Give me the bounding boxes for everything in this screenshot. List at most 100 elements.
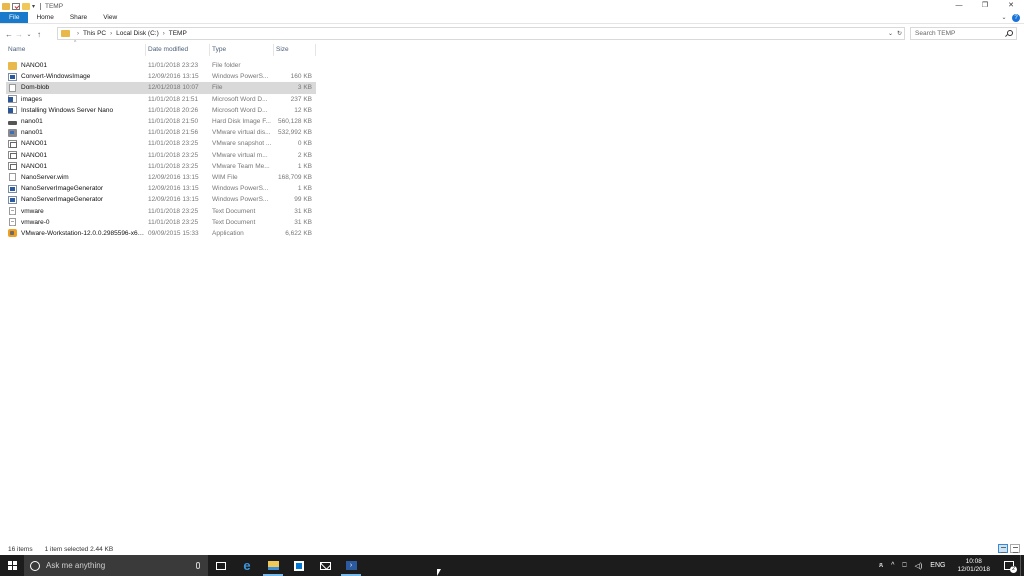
file-date-modified: 12/09/2016 13:15 <box>148 73 199 81</box>
file-name-cell[interactable]: nano01 <box>6 118 146 125</box>
file-name-cell[interactable]: NANO01 <box>6 61 146 70</box>
forward-button[interactable]: → <box>14 30 24 39</box>
file-name: NanoServerImageGenerator <box>21 185 104 193</box>
start-button[interactable] <box>0 555 24 576</box>
file-name-cell[interactable]: NanoServerImageGenerator <box>6 184 146 193</box>
edge-button[interactable]: e <box>234 555 260 576</box>
refresh-icon[interactable]: ↻ <box>895 30 904 37</box>
title-bar: ▾ TEMP — ❐ ✕ <box>0 0 1024 12</box>
file-date-modified: 12/09/2016 13:15 <box>148 196 199 204</box>
file-row[interactable]: Convert-WindowsImage 12/09/2016 13:15 Wind… <box>6 71 316 82</box>
column-header-type[interactable]: Type <box>210 44 274 56</box>
tab-file[interactable]: File <box>0 12 29 23</box>
breadcrumb-temp[interactable]: TEMP <box>169 30 187 37</box>
show-hidden-icons-icon[interactable]: ^ <box>891 562 894 569</box>
chevron-right-icon[interactable]: › <box>110 31 112 37</box>
recent-locations-icon[interactable]: ⌄ <box>24 31 34 38</box>
file-type: Microsoft Word D... <box>212 95 268 103</box>
breadcrumb-this-pc[interactable]: This PC <box>83 30 106 37</box>
file-name-cell[interactable]: vmware-0 <box>6 218 146 227</box>
breadcrumb-local-disk[interactable]: Local Disk (C:) <box>116 30 159 37</box>
file-name: vmware <box>21 207 44 215</box>
mail-button[interactable] <box>312 555 338 576</box>
search-icon[interactable] <box>1005 30 1013 37</box>
file-date-modified: 11/01/2018 21:51 <box>148 95 199 103</box>
network-icon[interactable]: ⎕ <box>902 562 906 570</box>
file-name-cell[interactable]: NANO01 <box>6 151 146 160</box>
powershell-button[interactable]: › <box>338 555 364 576</box>
file-size: 0 KB <box>297 140 312 148</box>
status-bar: 16 items 1 item selected 2.44 KB <box>0 543 1024 555</box>
file-name-cell[interactable]: nano01 <box>6 128 146 137</box>
file-row[interactable]: VMware-Workstation-12.0.0.2985596-x64...… <box>6 228 316 239</box>
file-row[interactable]: NANO01 11/01/2018 23:25 VMware Team Me... 1… <box>6 161 316 172</box>
column-header-date-modified[interactable]: Date modified <box>146 44 210 56</box>
navigation-bar: ← → ⌄ ↑ › This PC › Local Disk (C:) › TE… <box>0 27 1024 41</box>
tab-home[interactable]: Home <box>28 12 61 23</box>
volume-icon[interactable]: ◁) <box>915 562 923 570</box>
file-explorer-button[interactable] <box>260 555 286 576</box>
action-center-icon[interactable]: 2 <box>1004 561 1017 573</box>
customize-toolbar-dropdown-icon[interactable]: ▾ <box>32 3 38 10</box>
restore-button[interactable]: ❐ <box>972 0 998 12</box>
large-icons-view-icon[interactable] <box>1010 544 1020 553</box>
minimize-button[interactable]: — <box>946 0 972 12</box>
file-row[interactable]: NanoServerImageGenerator 12/09/2016 13:15… <box>6 183 316 194</box>
file-row[interactable]: NANO01 11/01/2018 23:25 VMware virtual m..… <box>6 150 316 161</box>
address-bar[interactable]: › This PC › Local Disk (C:) › TEMP ⌄ ↻ <box>57 27 905 40</box>
task-view-button[interactable] <box>208 555 234 576</box>
file-name-cell[interactable]: NANO01 <box>6 162 146 171</box>
application-icon <box>8 229 17 238</box>
file-name-cell[interactable]: NanoServer.wim <box>6 173 146 182</box>
expand-ribbon-icon[interactable]: ⌄ <box>1000 14 1008 22</box>
file-row[interactable]: Dom-blob 12/01/2018 10:07 File 3 KB <box>6 82 316 94</box>
back-button[interactable]: ← <box>4 30 14 39</box>
file-name-cell[interactable]: images <box>6 95 146 104</box>
file-row[interactable]: vmware 11/01/2018 23:25 Text Document 31 KB <box>6 205 316 216</box>
people-icon[interactable]: ጸ <box>879 562 883 570</box>
file-row[interactable]: NANO01 11/01/2018 23:23 File folder <box>6 60 316 71</box>
file-name-cell[interactable]: VMware-Workstation-12.0.0.2985596-x64... <box>6 229 146 238</box>
chevron-right-icon[interactable]: › <box>77 31 79 37</box>
file-type: VMware virtual m... <box>212 151 268 159</box>
file-row[interactable]: nano01 11/01/2018 21:50 Hard Disk Image F.… <box>6 116 316 127</box>
new-folder-icon[interactable] <box>22 2 30 10</box>
file-name-cell[interactable]: Dom-blob <box>6 83 146 92</box>
clock[interactable]: 10:08 12/01/2018 <box>957 558 990 574</box>
file-row[interactable]: NanoServer.wim 12/09/2016 13:15 WIM File 16… <box>6 172 316 183</box>
tab-share[interactable]: Share <box>62 12 95 23</box>
microphone-icon[interactable] <box>196 562 200 569</box>
details-view-icon[interactable] <box>998 544 1008 553</box>
file-row[interactable]: vmware-0 11/01/2018 23:25 Text Document 31 … <box>6 217 316 228</box>
folder-icon <box>8 61 17 70</box>
mail-icon <box>319 561 331 570</box>
up-button[interactable]: ↑ <box>34 30 44 39</box>
window-controls: — ❐ ✕ <box>946 0 1024 12</box>
store-button[interactable] <box>286 555 312 576</box>
cortana-search-box[interactable]: Ask me anything <box>24 555 208 576</box>
help-icon[interactable]: ? <box>1012 14 1020 22</box>
close-button[interactable]: ✕ <box>998 0 1024 12</box>
column-header-size[interactable]: Size <box>274 44 316 56</box>
tab-view[interactable]: View <box>95 12 125 23</box>
file-row[interactable]: images 11/01/2018 21:51 Microsoft Word D..… <box>6 94 316 105</box>
file-date-modified: 11/01/2018 20:26 <box>148 106 199 114</box>
input-language[interactable]: ENG <box>930 562 945 569</box>
file-name-cell[interactable]: NANO01 <box>6 139 146 148</box>
file-row[interactable]: nano01 11/01/2018 21:56 VMware virtual dis… <box>6 127 316 138</box>
file-name-cell[interactable]: NanoServerImageGenerator <box>6 195 146 204</box>
file-row[interactable]: Installing Windows Server Nano 11/01/2018… <box>6 105 316 116</box>
file-date-modified: 11/01/2018 23:25 <box>148 218 199 226</box>
file-name-cell[interactable]: Installing Windows Server Nano <box>6 106 146 115</box>
file-size: 2 KB <box>297 151 312 159</box>
show-desktop-button[interactable] <box>1020 555 1024 576</box>
file-row[interactable]: NANO01 11/01/2018 23:25 VMware snapshot ..… <box>6 138 316 149</box>
file-row[interactable]: NanoServerImageGenerator 12/09/2016 13:15… <box>6 194 316 205</box>
search-input[interactable]: Search TEMP <box>910 27 1017 40</box>
file-type: Windows PowerS... <box>212 196 269 204</box>
properties-icon[interactable] <box>12 2 20 10</box>
address-dropdown-icon[interactable]: ⌄ <box>886 30 895 37</box>
chevron-right-icon[interactable]: › <box>163 31 165 37</box>
file-name-cell[interactable]: vmware <box>6 207 146 216</box>
file-name-cell[interactable]: Convert-WindowsImage <box>6 72 146 81</box>
